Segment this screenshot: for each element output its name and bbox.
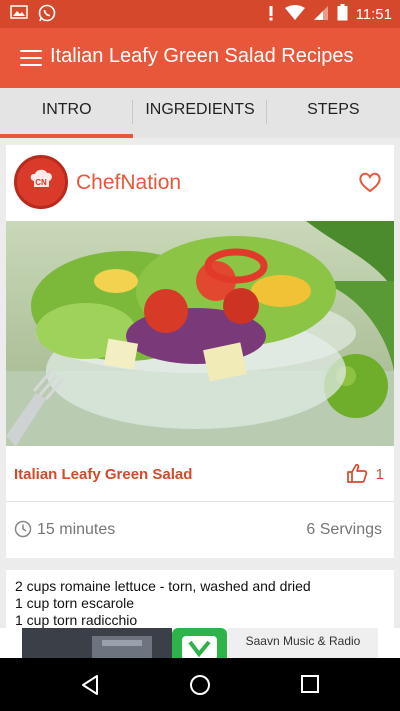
- thumbs-up-icon[interactable]: [346, 462, 368, 489]
- tab-steps[interactable]: STEPS: [267, 88, 400, 138]
- tab-intro[interactable]: INTRO: [0, 88, 134, 138]
- status-bar: 11:51: [0, 0, 400, 28]
- battery-icon: [337, 4, 348, 25]
- avatar[interactable]: CN: [14, 155, 68, 209]
- whatsapp-icon: [38, 4, 56, 27]
- servings: 6 Servings: [306, 521, 382, 538]
- hamburger-menu-icon[interactable]: [20, 50, 42, 66]
- recipe-card: CN ChefNation Italian Leafy Green Salad …: [6, 145, 394, 558]
- gallery-icon: [10, 4, 28, 27]
- author-name[interactable]: ChefNation: [76, 171, 181, 195]
- ad-text[interactable]: Saavn Music & Radio: [228, 628, 378, 658]
- ingredient-item: 1 cup torn radicchio: [15, 612, 138, 628]
- tab-ingredients[interactable]: INGREDIENTS: [133, 88, 267, 138]
- ad-image[interactable]: [22, 628, 172, 658]
- system-nav-bar: [0, 658, 400, 711]
- svg-text:CN: CN: [35, 178, 47, 187]
- ingredient-item: 1 cup torn escarole: [15, 595, 135, 611]
- signal-icon: [313, 5, 329, 25]
- status-time: 11:51: [355, 6, 392, 23]
- recipe-title-row: Italian Leafy Green Salad 1: [6, 446, 394, 502]
- wifi-icon: [284, 4, 305, 25]
- recipe-photo: [6, 221, 394, 446]
- tab-bar: INTRO INGREDIENTS STEPS: [0, 88, 400, 138]
- like-count: 1: [375, 466, 384, 483]
- recipe-name: Italian Leafy Green Salad: [14, 466, 193, 483]
- saavn-logo-icon[interactable]: [172, 628, 227, 658]
- clock-icon: [14, 520, 32, 543]
- ingredient-item: 2 cups romaine lettuce - torn, washed an…: [15, 578, 311, 594]
- cook-time: 15 minutes: [37, 521, 116, 538]
- alert-icon: [265, 5, 277, 25]
- chef-hat-icon: CN: [26, 165, 56, 200]
- heart-icon[interactable]: [358, 171, 382, 198]
- home-icon[interactable]: [189, 674, 211, 701]
- author-row: CN ChefNation: [6, 145, 394, 221]
- ad-banner[interactable]: Saavn Music & Radio: [0, 628, 400, 658]
- recipe-meta-row: 15 minutes 6 Servings: [6, 503, 394, 558]
- back-icon[interactable]: [80, 674, 100, 701]
- app-bar: Italian Leafy Green Salad Recipes: [0, 28, 400, 88]
- recent-apps-icon[interactable]: [300, 674, 320, 699]
- page-title: Italian Leafy Green Salad Recipes: [50, 45, 354, 67]
